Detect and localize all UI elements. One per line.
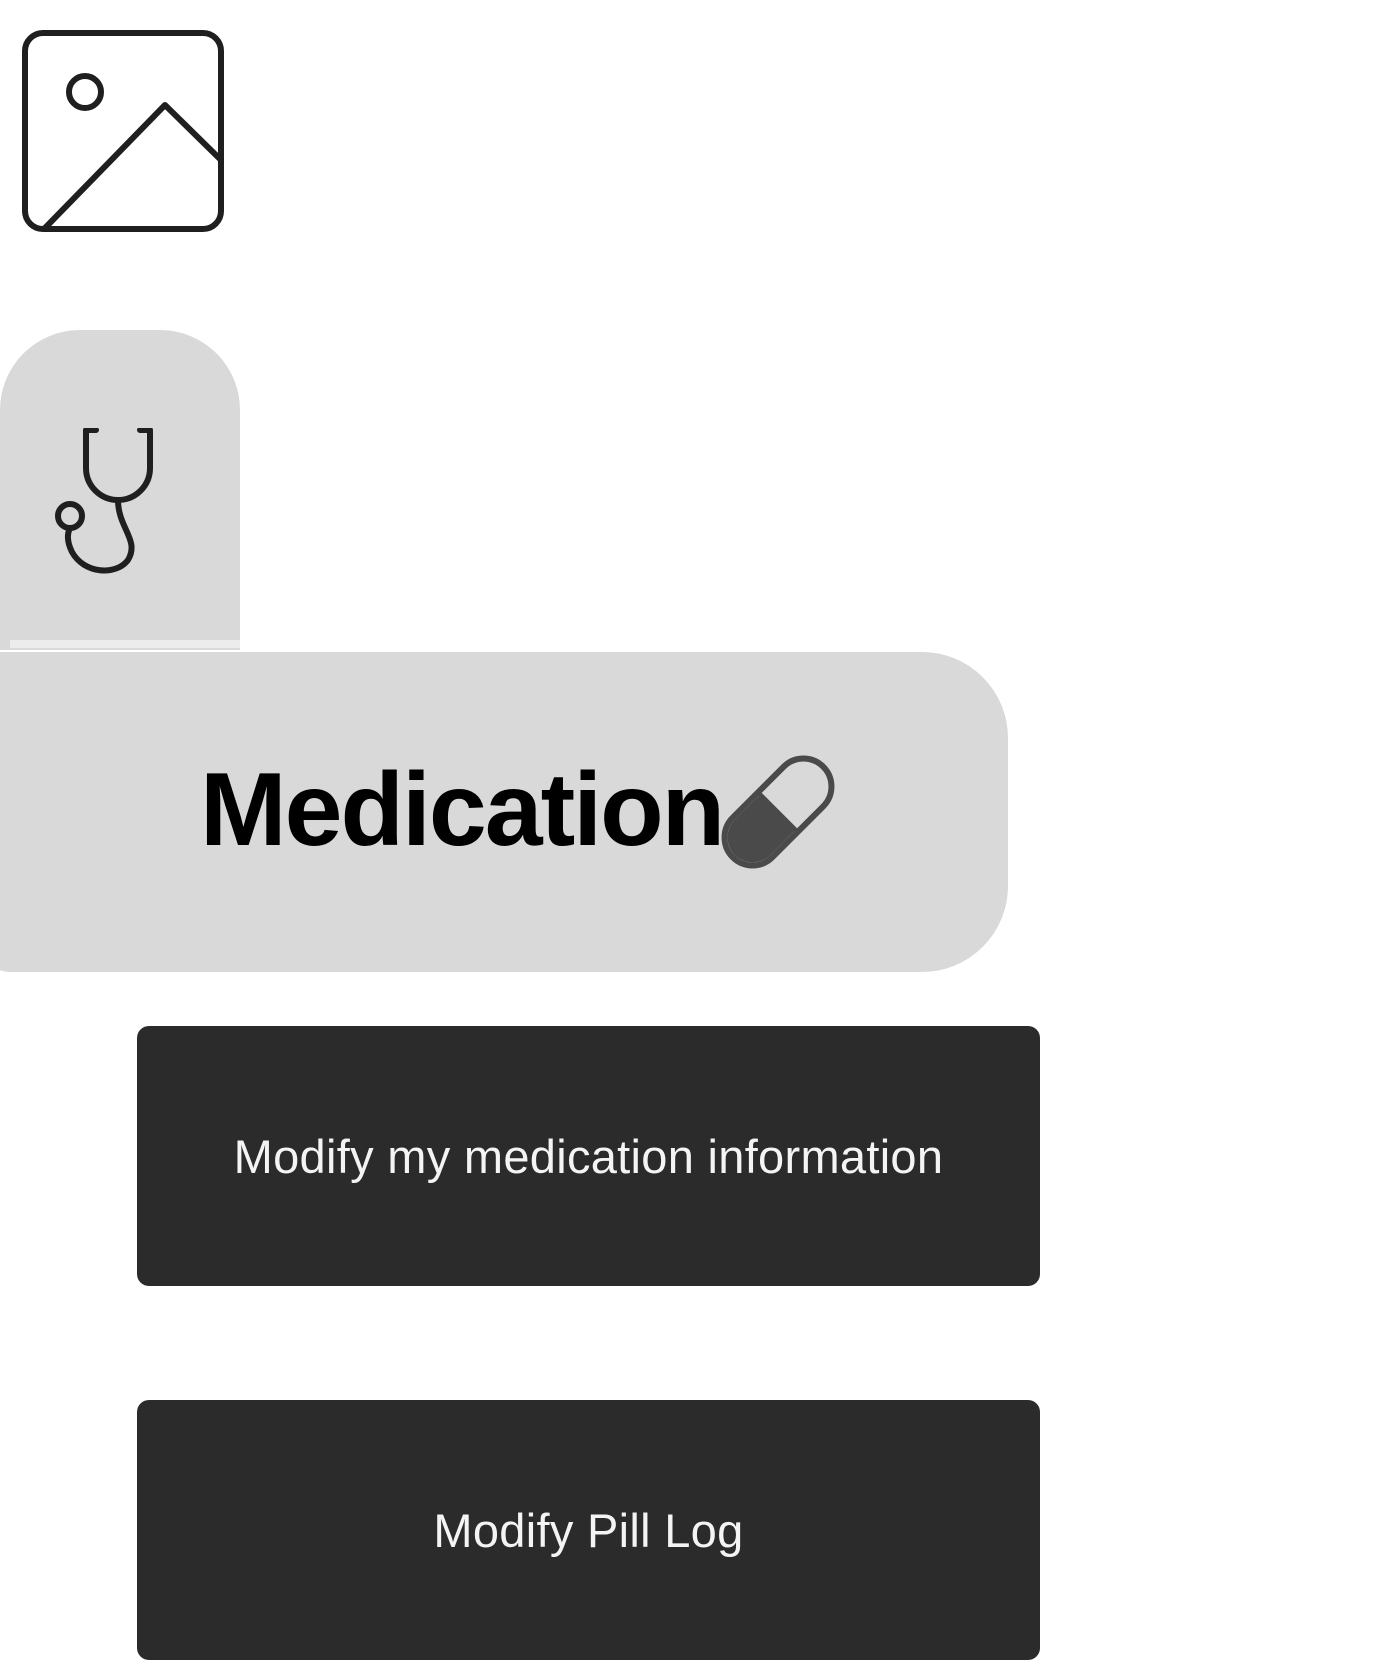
side-tab-health[interactable]: [0, 330, 240, 650]
tab-divider: [10, 640, 240, 648]
pill-icon: [708, 742, 848, 882]
medication-header-card: Medication: [0, 652, 1008, 972]
modify-medication-button[interactable]: Modify my medication information: [137, 1026, 1040, 1286]
stethoscope-icon: [52, 427, 172, 578]
image-icon: [22, 30, 224, 232]
page-title: Medication: [200, 752, 725, 868]
medication-screen: Medication Modify my medication informat…: [0, 0, 1400, 1680]
modify-pill-log-button[interactable]: Modify Pill Log: [137, 1400, 1040, 1660]
